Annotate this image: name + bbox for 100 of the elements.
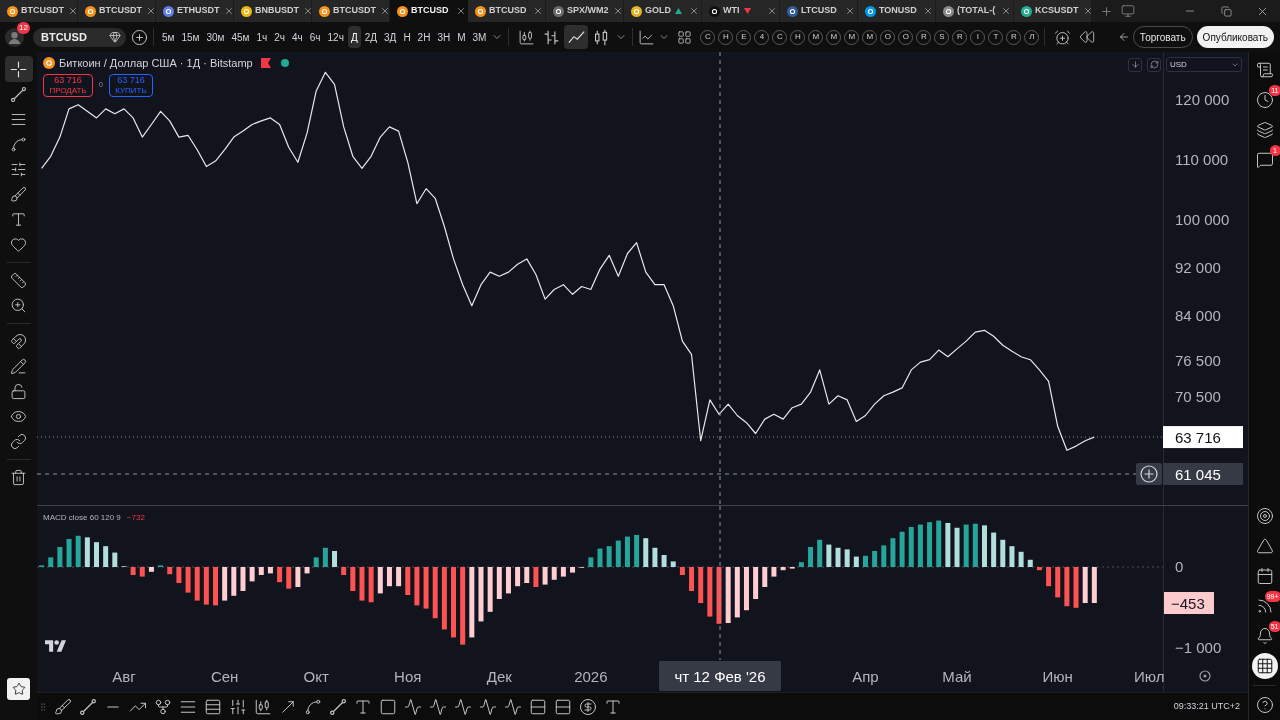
- trend-line-icon[interactable]: [79, 697, 97, 716]
- sliders-icon[interactable]: [229, 697, 247, 716]
- close-icon[interactable]: [303, 6, 313, 16]
- close-icon[interactable]: [612, 6, 623, 16]
- sell-button[interactable]: 63 716 ПРОДАТЬ: [43, 74, 93, 97]
- brush-icon[interactable]: [54, 697, 72, 716]
- grid-icon[interactable]: [677, 29, 693, 45]
- sidebar-button[interactable]: [1251, 653, 1278, 679]
- heart-icon: [10, 236, 27, 253]
- tool-button[interactable]: [4, 56, 33, 82]
- layers-icon: [1255, 121, 1274, 139]
- interval-button[interactable]: 5м: [159, 26, 178, 48]
- tab[interactable]: BTCUSDT: [312, 0, 390, 22]
- close-icon[interactable]: [223, 6, 234, 16]
- close-icon[interactable]: [1001, 6, 1011, 16]
- tab[interactable]: LTCUSD: [780, 0, 858, 22]
- trend-line-icon[interactable]: [329, 697, 347, 716]
- text-icon[interactable]: [604, 697, 622, 716]
- chart-type-button[interactable]: [564, 25, 589, 49]
- symbol-search-field[interactable]: BTCUSD: [33, 27, 126, 47]
- zigzag-icon[interactable]: [454, 697, 472, 716]
- close-icon[interactable]: [923, 6, 933, 16]
- buy-button[interactable]: 63 716 КУПИТЬ: [108, 74, 153, 97]
- interval-button[interactable]: 6ч: [306, 26, 324, 48]
- arrow-left-icon[interactable]: [1117, 31, 1130, 43]
- scroll-down-button[interactable]: [1128, 57, 1142, 72]
- interval-button[interactable]: 2ч: [271, 26, 288, 48]
- tab[interactable]: BTCUSDT: [78, 0, 156, 22]
- favorites-button[interactable]: [7, 678, 30, 700]
- close-icon[interactable]: [68, 6, 78, 16]
- zigzag-icon[interactable]: [429, 697, 447, 716]
- zigzag-icon[interactable]: [479, 697, 497, 716]
- tab[interactable]: BTCUSDT: [0, 0, 78, 22]
- histogram-bar: [167, 567, 173, 575]
- histogram-bar: [286, 567, 292, 589]
- plus-button[interactable]: [1136, 463, 1162, 485]
- tab[interactable]: TONUSD: [858, 0, 936, 22]
- interval-button[interactable]: 12ч: [324, 26, 347, 48]
- interval-button[interactable]: М: [454, 26, 469, 48]
- interval-button[interactable]: 1ч: [253, 26, 271, 48]
- interval-button[interactable]: 15м: [178, 26, 203, 48]
- monitor-icon[interactable]: [1121, 4, 1135, 18]
- tab[interactable]: BTCUSD: [468, 0, 546, 22]
- interval-button[interactable]: 3М: [469, 26, 490, 48]
- interval-button[interactable]: 45м: [228, 26, 253, 48]
- close-icon[interactable]: [380, 6, 390, 16]
- star-icon: [11, 682, 26, 696]
- rewind-icon[interactable]: [1079, 29, 1096, 45]
- restore-icon[interactable]: [1220, 5, 1232, 17]
- interval-button[interactable]: 3Н: [434, 26, 454, 48]
- tab[interactable]: SPX/WM2: [546, 0, 624, 22]
- price-axis-label: 92 000: [1175, 258, 1221, 276]
- rows-icon[interactable]: [529, 697, 547, 716]
- interval-button[interactable]: 2Д: [361, 26, 381, 48]
- currency-select[interactable]: USD: [1166, 57, 1242, 72]
- zigzag-icon[interactable]: [404, 697, 422, 716]
- interval-button[interactable]: 30м: [203, 26, 228, 48]
- histogram-bar: [780, 567, 786, 571]
- interval-button[interactable]: Д: [347, 26, 361, 48]
- drag-handle-icon[interactable]: [38, 701, 48, 712]
- price-axis-label: 84 000: [1175, 306, 1221, 324]
- interval-button[interactable]: 3Д: [381, 26, 400, 48]
- tab[interactable]: ETHUSDT: [156, 0, 234, 22]
- interval-button[interactable]: Н: [400, 26, 414, 48]
- close-icon[interactable]: [845, 6, 855, 16]
- alarm-clock-plus-icon[interactable]: [1054, 28, 1072, 46]
- plus-circle-icon[interactable]: [131, 28, 148, 46]
- interval-button[interactable]: 4ч: [289, 26, 306, 48]
- diamond-icon[interactable]: [109, 31, 121, 43]
- zigzag-icon[interactable]: [504, 697, 522, 716]
- publish-button[interactable]: Опубликовать: [1196, 26, 1274, 48]
- refresh-button[interactable]: [1147, 57, 1161, 72]
- circle-dot-icon[interactable]: [1199, 670, 1211, 682]
- text-icon[interactable]: [354, 697, 372, 716]
- tab[interactable]: WTI: [702, 0, 780, 22]
- rows-icon[interactable]: [204, 697, 222, 716]
- tab[interactable]: GOLD: [624, 0, 702, 22]
- trend-line-icon: [10, 86, 27, 103]
- tab[interactable]: KCSUSDT: [1014, 0, 1092, 22]
- rows-icon[interactable]: [554, 697, 572, 716]
- horizontal-lines-icon: [10, 111, 27, 128]
- spline-icon[interactable]: [304, 697, 322, 716]
- close-icon[interactable]: [146, 6, 156, 16]
- close-icon[interactable]: [456, 6, 466, 16]
- close-icon[interactable]: [767, 6, 777, 16]
- sliders-icon: [10, 161, 27, 178]
- plus-icon[interactable]: [1100, 4, 1113, 18]
- square-icon[interactable]: [379, 697, 397, 716]
- tab[interactable]: BNBUSDT: [234, 0, 312, 22]
- close-icon[interactable]: [689, 6, 699, 16]
- chart-icon[interactable]: [638, 28, 656, 46]
- fork-icon[interactable]: [154, 697, 172, 716]
- close-icon[interactable]: [533, 6, 543, 16]
- pencil-icon: [10, 358, 27, 375]
- interval-button[interactable]: 2Н: [414, 26, 434, 48]
- tab[interactable]: BTCUSD: [390, 0, 468, 22]
- tab[interactable]: (TOTAL-(: [936, 0, 1014, 22]
- candlestick-icon[interactable]: [254, 697, 272, 716]
- close-icon[interactable]: [1082, 6, 1093, 16]
- dollar-circle-icon[interactable]: [579, 697, 597, 716]
